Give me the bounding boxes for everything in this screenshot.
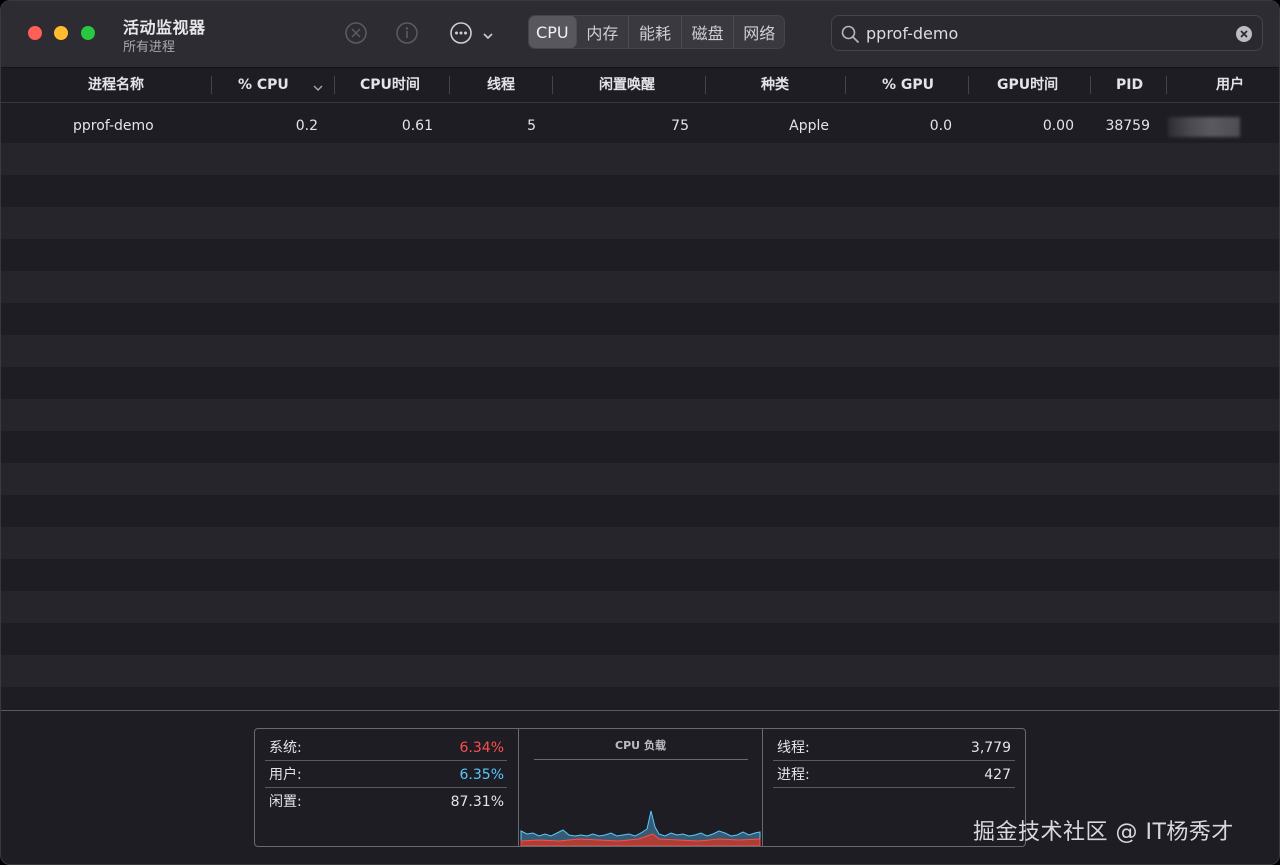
column-divider[interactable] (845, 76, 846, 94)
cell-user-redacted (1168, 117, 1240, 137)
column-header-threads[interactable]: 线程 (487, 68, 515, 102)
column-divider[interactable] (552, 76, 553, 94)
user-label: 用户: (269, 767, 302, 783)
column-header-pid[interactable]: PID (1116, 68, 1143, 102)
search-input[interactable] (866, 16, 1226, 50)
table-header: 进程名称 % CPU CPU时间 线程 闲置唤醒 种类 % GPU GPU时间 … (1, 68, 1279, 103)
cell-cpu-percent: 0.2 (295, 118, 318, 134)
column-header-cpu-time[interactable]: CPU时间 (360, 68, 420, 102)
stat-divider (265, 760, 507, 761)
stop-process-icon[interactable] (344, 21, 368, 49)
table-row-background (1, 175, 1279, 207)
info-icon[interactable] (395, 21, 419, 49)
app-subtitle: 所有进程 (123, 40, 176, 55)
chevron-down-icon[interactable] (482, 27, 494, 46)
table-row-background (1, 367, 1279, 399)
cpu-load-graph (520, 810, 761, 846)
column-divider[interactable] (211, 76, 212, 94)
column-divider[interactable] (705, 76, 706, 94)
column-header-process-name[interactable]: 进程名称 (88, 68, 144, 102)
processes-stat: 进程: 427 (777, 762, 1011, 788)
table-row-background (1, 527, 1279, 559)
stat-divider (773, 787, 1015, 788)
column-header-idle-wakeups[interactable]: 闲置唤醒 (599, 68, 655, 102)
search-field[interactable] (831, 15, 1263, 51)
table-row-background (1, 303, 1279, 335)
table-row-background (1, 271, 1279, 303)
system-label: 系统: (269, 740, 302, 756)
table-row[interactable]: pprof-demo 0.2 0.61 5 75 Apple 0.0 0.00 … (1, 103, 1279, 149)
column-header-cpu-percent[interactable]: % CPU (238, 68, 289, 102)
column-header-gpu-percent[interactable]: % GPU (882, 68, 934, 102)
minimize-window-button[interactable] (54, 26, 68, 40)
table-row-background (1, 207, 1279, 239)
processes-value: 427 (984, 767, 1011, 783)
cell-pid: 38759 (1105, 118, 1150, 134)
system-value: 6.34% (459, 740, 504, 756)
threads-value: 3,779 (970, 740, 1011, 756)
table-row-background (1, 591, 1279, 623)
table-row-background (1, 431, 1279, 463)
table-row-background (1, 399, 1279, 431)
close-window-button[interactable] (28, 26, 42, 40)
processes-label: 进程: (777, 767, 810, 783)
column-header-gpu-time[interactable]: GPU时间 (997, 68, 1058, 102)
tab-disk[interactable]: 磁盘 (682, 16, 735, 48)
cell-process-name: pprof-demo (73, 118, 154, 134)
table-row-background (1, 239, 1279, 271)
idle-stat: 闲置: 87.31% (269, 789, 504, 815)
maximize-window-button[interactable] (81, 26, 95, 40)
tab-cpu[interactable]: CPU (529, 16, 577, 48)
column-divider[interactable] (1090, 76, 1091, 94)
cell-gpu-time: 0.00 (1042, 118, 1074, 134)
stat-divider (773, 760, 1015, 761)
cell-threads: 5 (527, 118, 536, 134)
column-divider[interactable] (449, 76, 450, 94)
table-row-background (1, 655, 1279, 687)
watermark-text: 掘金技术社区 @ IT杨秀才 (973, 820, 1234, 845)
user-stat: 用户: 6.35% (269, 762, 504, 788)
table-row-background (1, 559, 1279, 591)
activity-monitor-window: 活动监视器 所有进程 CPU 内存 能耗 磁盘 网络 pprof-demo 进程… (0, 0, 1280, 865)
table-row-background (1, 495, 1279, 527)
column-divider[interactable] (968, 76, 969, 94)
idle-value: 87.31% (450, 794, 504, 810)
cell-kind: Apple (789, 118, 829, 134)
tab-energy[interactable]: 能耗 (629, 16, 682, 48)
user-value: 6.35% (459, 767, 504, 783)
table-row-background (1, 687, 1279, 709)
app-title: 活动监视器 (123, 18, 206, 37)
tab-memory[interactable]: 内存 (577, 16, 630, 48)
table-row-background (1, 463, 1279, 495)
cpu-summary-panel: 系统: 6.34% 用户: 6.35% 闲置: 87.31% CPU 负载 线程… (254, 728, 1026, 847)
column-header-kind[interactable]: 种类 (761, 68, 789, 102)
table-row-background (1, 335, 1279, 367)
idle-label: 闲置: (269, 794, 302, 810)
toolbar: 活动监视器 所有进程 CPU 内存 能耗 磁盘 网络 pprof-demo (1, 1, 1279, 68)
sort-descending-icon[interactable] (312, 79, 324, 98)
cell-cpu-time: 0.61 (401, 118, 433, 134)
view-tabs: CPU 内存 能耗 磁盘 网络 (528, 15, 785, 49)
threads-label: 线程: (777, 740, 810, 756)
column-divider[interactable] (334, 76, 335, 94)
system-stat: 系统: 6.34% (269, 735, 504, 761)
clear-search-icon[interactable] (1235, 25, 1253, 47)
more-actions-icon[interactable] (449, 21, 473, 49)
stat-divider (265, 787, 507, 788)
cpu-load-chart: CPU 负载 (518, 729, 763, 846)
cell-idle-wakeups: 75 (671, 118, 689, 134)
process-table: pprof-demo 0.2 0.61 5 75 Apple 0.0 0.00 … (1, 103, 1279, 709)
threads-stat: 线程: 3,779 (777, 735, 1011, 761)
cell-gpu-percent: 0.0 (929, 118, 952, 134)
table-row-background (1, 623, 1279, 655)
search-icon (840, 24, 860, 48)
column-header-user[interactable]: 用户 (1216, 68, 1244, 102)
tab-network[interactable]: 网络 (734, 16, 784, 48)
cpu-summary-area: 系统: 6.34% 用户: 6.35% 闲置: 87.31% CPU 负载 线程… (1, 710, 1279, 864)
column-divider[interactable] (1166, 76, 1167, 94)
